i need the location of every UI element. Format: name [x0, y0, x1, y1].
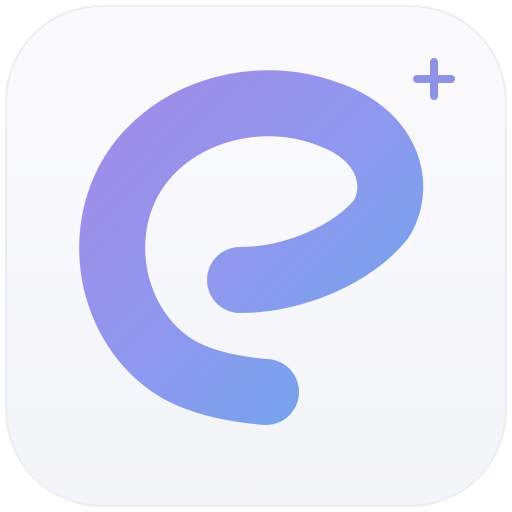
app-icon-graphic	[5, 5, 507, 507]
app-icon-canvas	[0, 0, 512, 512]
app-icon[interactable]	[4, 4, 508, 508]
